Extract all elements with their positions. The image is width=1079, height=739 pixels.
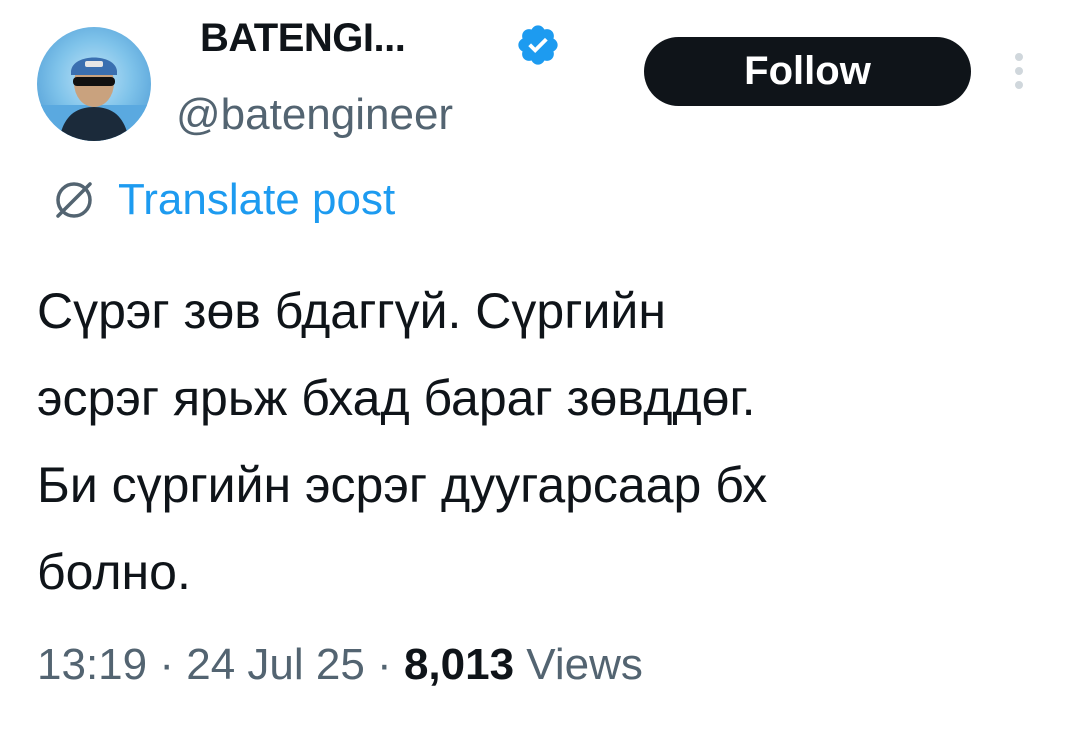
post-line: Сүрэг зөв бдаггүй. Сүргийн xyxy=(37,283,666,339)
post-line: Би сүргийн эсрэг дуугарсаар бх xyxy=(37,457,768,513)
post-line: болно. xyxy=(37,544,191,600)
views-label[interactable]: Views xyxy=(526,640,643,689)
views-count[interactable]: 8,013 xyxy=(404,640,514,689)
post-time[interactable]: 13:19 xyxy=(37,640,147,689)
author-display-name[interactable]: BATENGI... xyxy=(200,16,406,61)
post-text: Сүрэг зөв бдаггүй. Сүргийн эсрэг ярьж бх… xyxy=(37,268,1057,616)
post-meta: 13:19 · 24 Jul 25 · 8,013 Views xyxy=(37,640,643,690)
more-options-icon[interactable] xyxy=(1008,48,1030,94)
meta-separator: · xyxy=(159,640,174,689)
translate-post-label[interactable]: Translate post xyxy=(118,175,395,225)
avatar[interactable] xyxy=(37,27,151,141)
globe-icon xyxy=(56,182,92,218)
post-date[interactable]: 24 Jul 25 xyxy=(186,640,365,689)
meta-separator: · xyxy=(377,640,392,689)
post-line: эсрэг ярьж бхад бараг зөвддөг. xyxy=(37,370,756,426)
avatar-image xyxy=(37,57,151,141)
follow-button[interactable]: Follow xyxy=(644,37,971,106)
author-handle[interactable]: @batengineer xyxy=(176,90,453,140)
verified-badge-icon xyxy=(518,25,558,65)
translate-post-link[interactable]: Translate post xyxy=(52,170,395,230)
